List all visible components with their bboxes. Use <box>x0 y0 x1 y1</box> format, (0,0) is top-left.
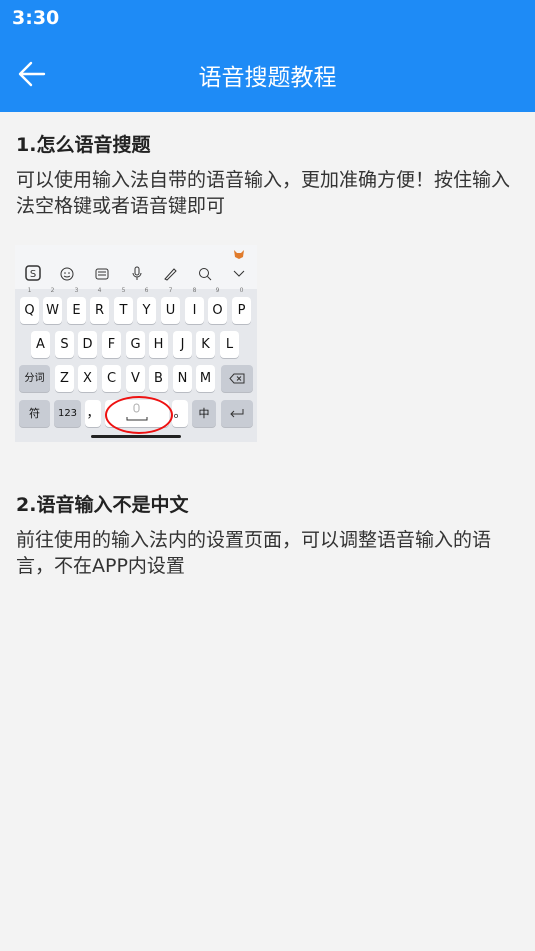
key-m: M <box>196 365 215 392</box>
handwriting-icon <box>164 268 177 281</box>
key-u: 7U <box>161 287 180 324</box>
section-1-title: 1.怎么语音搜题 <box>16 134 151 156</box>
sogou-logo-icon: S <box>25 265 41 281</box>
fox-mascot-icon <box>234 250 244 259</box>
app-bar: 语音搜题教程 <box>0 36 535 112</box>
emoji-icon <box>60 267 74 281</box>
key-v: V <box>126 365 145 392</box>
key-e: 3E <box>67 287 86 324</box>
key-fenci: 分词 <box>19 365 50 392</box>
key-g: G <box>126 331 145 358</box>
key-n: N <box>173 365 192 392</box>
key-t: 5T <box>114 287 133 324</box>
tutorial-content-2: 2.语音输入不是中文 前往使用的输入法内的设置页面，可以调整语音输入的语言，不在… <box>16 472 520 579</box>
key-symbols: 符 <box>19 400 50 427</box>
status-bar: 3:30 <box>0 0 535 36</box>
key-z: Z <box>55 365 74 392</box>
key-h: H <box>149 331 168 358</box>
key-numbers: 123 <box>54 400 81 427</box>
key-enter <box>221 400 253 427</box>
search-icon <box>199 268 212 281</box>
page-title: 语音搜题教程 <box>198 65 337 91</box>
svg-text:S: S <box>30 269 36 280</box>
microphone-icon <box>132 266 142 280</box>
key-f: F <box>102 331 121 358</box>
key-q: 1Q <box>20 287 39 324</box>
section-2-title: 2.语音输入不是中文 <box>16 494 189 516</box>
key-l: L <box>220 331 239 358</box>
tutorial-content: 1.怎么语音搜题 可以使用输入法自带的语音输入，更加准确方便！按住输入法空格键或… <box>16 112 520 219</box>
home-indicator <box>91 435 181 438</box>
keyboard-icon <box>95 268 109 280</box>
key-backspace <box>221 365 253 392</box>
enter-icon <box>230 409 244 418</box>
section-2-text: 前往使用的输入法内的设置页面，可以调整语音输入的语言，不在APP内设置 <box>16 529 492 577</box>
key-w: 2W <box>43 287 62 324</box>
key-j: J <box>173 331 192 358</box>
backspace-icon <box>229 373 245 384</box>
key-y: 6Y <box>137 287 156 324</box>
key-r: 4R <box>90 287 109 324</box>
key-o: 9O <box>208 287 227 324</box>
key-c: C <box>102 365 121 392</box>
highlight-circle <box>105 396 173 434</box>
key-d: D <box>78 331 97 358</box>
key-comma: ， <box>85 400 101 427</box>
key-p: 0P <box>232 287 251 324</box>
keyboard-illustration: S 1Q 2W 3E 4R 5T 6Y 7U 8I 9O 0P A S D F … <box>15 245 257 442</box>
key-b: B <box>149 365 168 392</box>
section-1-text: 可以使用输入法自带的语音输入，更加准确方便！按住输入法空格键或者语音键即可 <box>16 169 511 217</box>
keyboard-toolbar: S <box>15 245 257 289</box>
status-time: 3:30 <box>12 7 60 29</box>
key-x: X <box>78 365 97 392</box>
key-i: 8I <box>185 287 204 324</box>
key-period: 。 <box>172 400 188 427</box>
key-a: A <box>31 331 50 358</box>
key-language: 中 <box>192 400 216 427</box>
key-s: S <box>55 331 74 358</box>
chevron-down-icon <box>233 270 245 277</box>
key-k: K <box>196 331 215 358</box>
